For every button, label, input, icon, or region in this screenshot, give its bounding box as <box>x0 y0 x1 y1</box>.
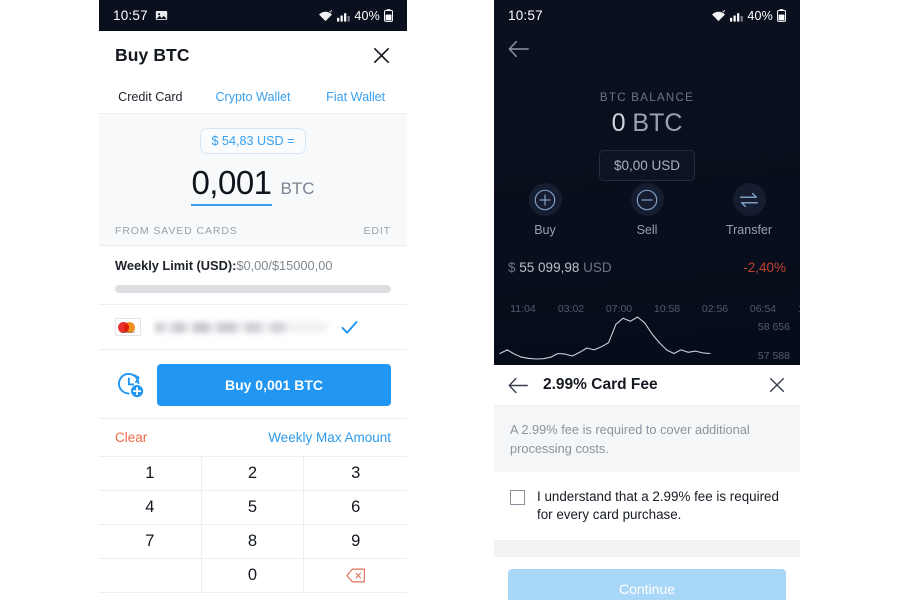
fee-agreement-label: I understand that a 2.99% fee is require… <box>537 489 779 523</box>
saved-card-row[interactable]: mastercard <box>99 304 407 350</box>
wifi-icon <box>318 9 333 22</box>
weekly-limit-text: Weekly Limit (USD):$0,00/$15000,00 <box>115 258 391 273</box>
wallet-actions: Buy Sell Transfer <box>494 183 800 237</box>
btc-balance-block: BTC BALANCE 0 BTC $0,00 USD <box>494 92 800 181</box>
card-fee-sheet: 2.99% Card Fee A 2.99% fee is required t… <box>494 365 800 600</box>
numeric-keypad: 123 456 7890 <box>99 457 407 593</box>
keypad-key-1[interactable]: 1 <box>99 457 202 491</box>
plus-circle-icon <box>528 183 562 216</box>
status-bar-right: 10:57 40% <box>494 0 800 31</box>
btc-balance-usd-chip[interactable]: $0,00 USD <box>598 150 696 181</box>
wallet-dark-pane: 10:57 40% BTC BALANCE 0 BTC $0,00 USD Bu… <box>494 0 800 365</box>
minus-circle-icon <box>630 183 664 216</box>
btc-balance-unit: BTC <box>632 109 683 137</box>
tab-crypto-wallet[interactable]: Crypto Wallet <box>202 90 305 104</box>
buy-header: Buy BTC <box>99 31 407 80</box>
wallet-action-label: Transfer <box>725 223 773 237</box>
sheet-title: 2.99% Card Fee <box>543 376 658 393</box>
btc-unit-label: BTC <box>280 179 315 198</box>
fee-agreement-row[interactable]: I understand that a 2.99% fee is require… <box>494 472 800 524</box>
btc-balance-label: BTC BALANCE <box>599 92 695 104</box>
saved-cards-meta: FROM SAVED CARDS EDIT <box>115 225 391 237</box>
edit-button[interactable]: EDIT <box>363 225 391 237</box>
fee-notice: A 2.99% fee is required to cover additio… <box>494 406 800 473</box>
sheet-header: 2.99% Card Fee <box>494 365 800 406</box>
wallet-action-label: Sell <box>636 223 658 237</box>
weekly-limit-value: $0,00/$15000,00 <box>236 258 333 273</box>
signal-icon <box>730 10 744 22</box>
status-time: 10:57 <box>508 8 543 23</box>
from-saved-cards-label: FROM SAVED CARDS <box>115 225 238 237</box>
right-phone-screen: 10:57 40% BTC BALANCE 0 BTC $0,00 USD Bu… <box>494 0 800 600</box>
mastercard-icon: mastercard <box>115 318 141 336</box>
sheet-divider-band <box>494 540 800 558</box>
btc-price: $ 55 099,98 USD <box>508 260 612 275</box>
screenshot-canvas: 10:57 40% Buy BTC Credit Card Crypto Wal… <box>0 0 900 600</box>
keypad-key-6[interactable]: 6 <box>304 491 407 525</box>
signal-icon <box>337 10 351 22</box>
tab-fiat-wallet[interactable]: Fiat Wallet <box>304 90 407 104</box>
price-value: 55 099,98 <box>519 260 580 275</box>
fee-agreement-checkbox[interactable] <box>510 490 525 506</box>
recurring-buy-icon[interactable] <box>115 370 145 400</box>
price-change-badge: -2,40% <box>743 260 786 275</box>
battery-percent: 40% <box>354 8 380 23</box>
battery-icon <box>777 9 786 22</box>
image-icon <box>155 9 168 22</box>
wallet-action-label: Buy <box>534 223 556 237</box>
continue-button[interactable]: Continue <box>508 569 786 600</box>
page-title: Buy BTC <box>115 45 190 65</box>
battery-icon <box>384 9 393 22</box>
back-arrow-icon[interactable] <box>508 40 530 58</box>
keypad-key-0[interactable]: 0 <box>201 559 305 593</box>
keypad-key-2[interactable]: 2 <box>201 457 305 491</box>
buy-button[interactable]: Buy 0,001 BTC <box>157 364 391 406</box>
price-symbol: $ <box>508 260 516 275</box>
battery-percent: 40% <box>747 8 773 23</box>
price-sparkline-chart <box>499 316 711 360</box>
status-bar-left: 10:57 40% <box>99 0 407 31</box>
close-icon[interactable] <box>768 376 786 394</box>
weekly-limit-label: Weekly Limit (USD): <box>115 258 237 273</box>
status-time: 10:57 <box>113 8 148 23</box>
wallet-action-buy[interactable]: Buy <box>494 183 596 237</box>
keypad-key-9[interactable]: 9 <box>304 525 407 559</box>
amount-entry-card: $ 54,83 USD = 0,001 BTC FROM SAVED CARDS… <box>99 114 407 246</box>
btc-amount-row: 0,001 BTC <box>115 165 391 206</box>
clear-button[interactable]: Clear <box>115 430 147 445</box>
keypad-key-5[interactable]: 5 <box>201 491 305 525</box>
usd-equivalent-pill[interactable]: $ 54,83 USD = <box>199 128 307 154</box>
continue-wrap: Continue <box>494 557 800 600</box>
weekly-limit-section: Weekly Limit (USD):$0,00/$15000,00 <box>99 246 407 293</box>
tab-credit-card[interactable]: Credit Card <box>99 90 202 104</box>
amount-actions-row: Clear Weekly Max Amount <box>99 418 407 457</box>
keypad-key-8[interactable]: 8 <box>201 525 305 559</box>
btc-balance-amount: 0 BTC <box>494 109 800 138</box>
backspace-icon[interactable] <box>304 559 407 593</box>
check-icon <box>341 320 358 335</box>
wallet-action-sell[interactable]: Sell <box>596 183 698 237</box>
close-icon[interactable] <box>372 46 391 65</box>
btc-amount-input[interactable]: 0,001 <box>191 165 272 206</box>
price-currency: USD <box>583 260 612 275</box>
wallet-action-transfer[interactable]: Transfer <box>698 183 800 237</box>
transfer-icon <box>732 183 766 216</box>
weekly-limit-progressbar <box>115 285 391 293</box>
card-number-masked <box>155 321 327 333</box>
keypad-key-3[interactable]: 3 <box>304 457 407 491</box>
left-phone-screen: 10:57 40% Buy BTC Credit Card Crypto Wal… <box>99 0 407 600</box>
wifi-icon <box>711 9 726 22</box>
buy-action-row: Buy 0,001 BTC <box>99 350 407 418</box>
btc-balance-number: 0 <box>611 109 626 137</box>
payment-method-tabs: Credit Card Crypto Wallet Fiat Wallet <box>99 80 407 114</box>
keypad-key-7[interactable]: 7 <box>99 525 202 559</box>
keypad-key-blank <box>99 559 202 593</box>
keypad-key-4[interactable]: 4 <box>99 491 202 525</box>
weekly-max-amount-button[interactable]: Weekly Max Amount <box>268 430 391 445</box>
price-line: $ 55 099,98 USD -2,40% <box>508 260 786 275</box>
back-arrow-icon[interactable] <box>508 377 529 394</box>
